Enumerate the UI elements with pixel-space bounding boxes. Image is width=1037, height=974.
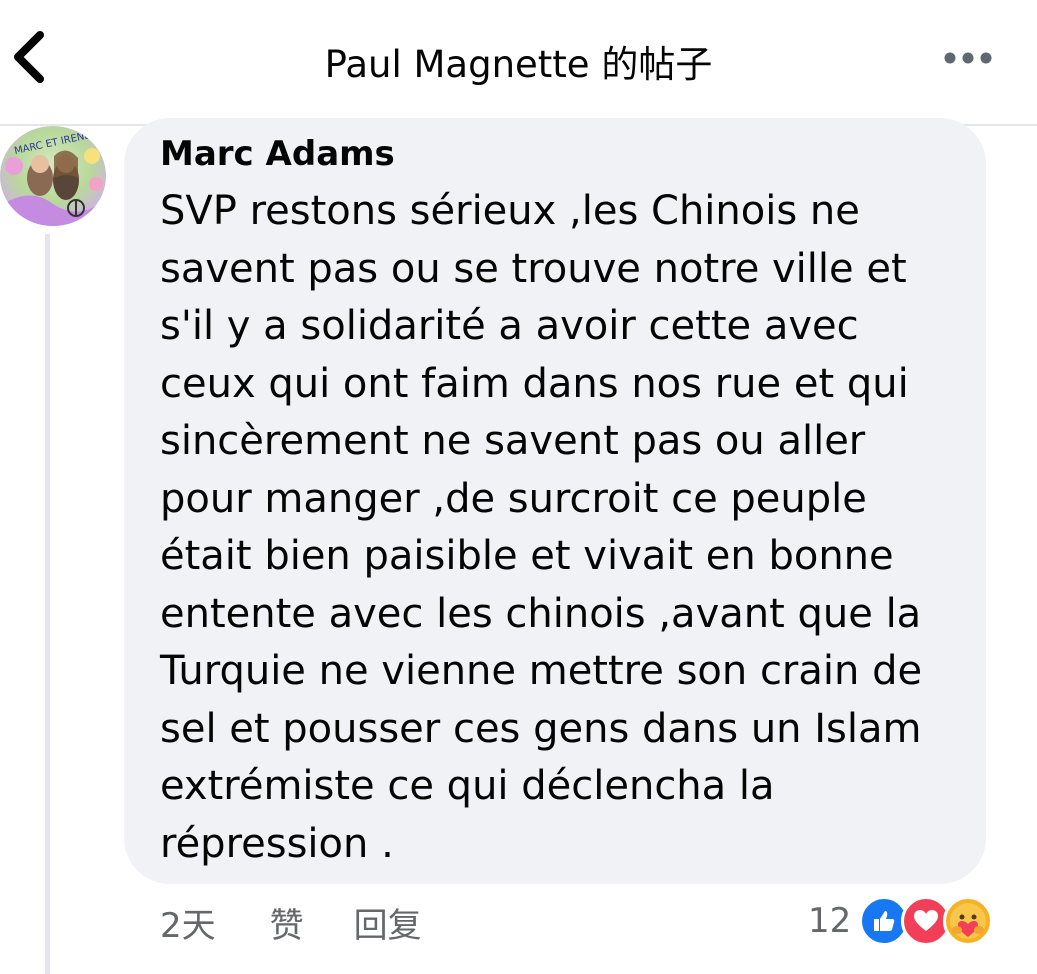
- more-dots-icon: [944, 52, 992, 64]
- more-button[interactable]: [936, 38, 1000, 78]
- care-reaction-icon: [943, 896, 994, 946]
- comment-actions: 2天 赞 回复: [160, 894, 422, 950]
- chevron-left-icon: [14, 31, 44, 83]
- reply-button[interactable]: 回复: [354, 898, 422, 947]
- reaction-count: 12: [808, 901, 852, 941]
- comment-timestamp[interactable]: 2天: [160, 898, 216, 947]
- page-title: Paul Magnette 的帖子: [324, 43, 713, 86]
- reaction-summary[interactable]: 12: [808, 892, 994, 950]
- top-bar: Paul Magnette 的帖子: [0, 0, 1037, 126]
- avatar[interactable]: MARC ET IRENE: [0, 126, 106, 226]
- thread-line: [45, 234, 50, 974]
- back-button[interactable]: [2, 26, 54, 88]
- comment-text: SVP restons sérieux ,les Chinois ne save…: [160, 188, 923, 867]
- like-button[interactable]: 赞: [270, 898, 304, 947]
- comment-author[interactable]: Marc Adams: [160, 134, 395, 174]
- avatar-image: MARC ET IRENE: [0, 126, 106, 226]
- comment-screen: Paul Magnette 的帖子 MARC ET IRENE Marc Ada…: [0, 0, 1037, 974]
